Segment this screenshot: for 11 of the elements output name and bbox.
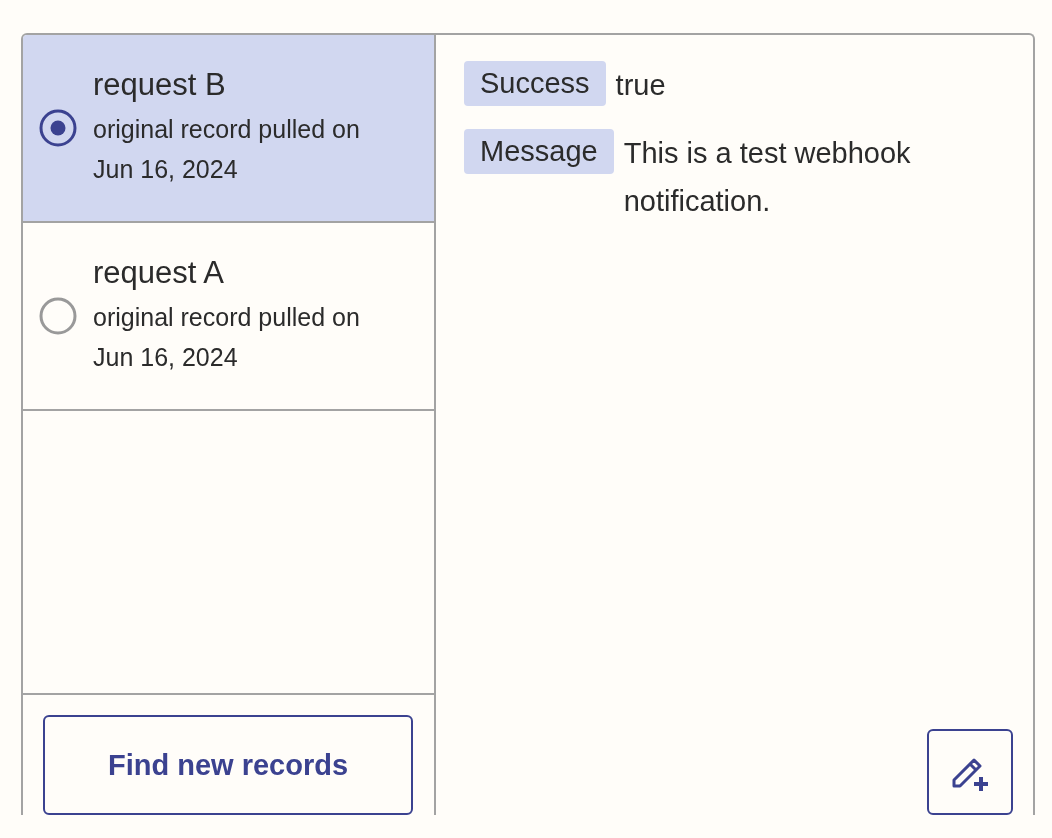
field-value: This is a test webhook notification. bbox=[623, 136, 912, 219]
record-title: request A bbox=[93, 255, 225, 291]
field-label: Message bbox=[464, 129, 614, 174]
record-subtitle: original record pulled on Jun 16, 2024 bbox=[93, 302, 361, 373]
find-records-button[interactable]: Find new records bbox=[43, 715, 413, 815]
record-subtitle: original record pulled on Jun 16, 2024 bbox=[93, 114, 361, 185]
record-item[interactable]: request B original record pulled on Jun 16, 2024 bbox=[23, 35, 434, 223]
field-label: Success bbox=[464, 61, 606, 106]
record-item[interactable]: request A original record pulled on Jun 16, 2024 bbox=[23, 223, 434, 411]
field-value: true bbox=[615, 68, 666, 103]
record-title: request B bbox=[93, 67, 227, 103]
